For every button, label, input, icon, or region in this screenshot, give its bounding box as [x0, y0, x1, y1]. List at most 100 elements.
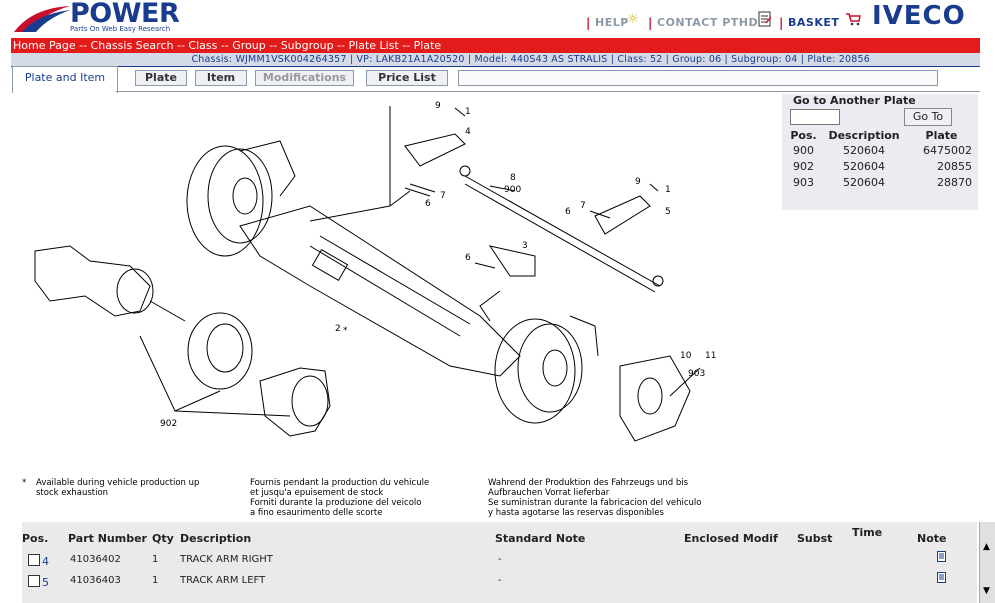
part-standard-note: -: [498, 554, 502, 565]
callout-label: 10: [680, 351, 692, 361]
note-line: Forniti durante la produzione del veicol…: [250, 498, 422, 508]
link-separator: |: [648, 16, 653, 30]
tab-divider: [116, 91, 980, 92]
price-list-button[interactable]: Price List: [366, 70, 448, 86]
plate-description[interactable]: 520604: [821, 174, 907, 190]
plate-pos[interactable]: 900: [786, 142, 821, 158]
lightbulb-icon: ☼: [627, 12, 639, 27]
plate-button[interactable]: Plate: [135, 70, 187, 86]
plate-pos[interactable]: 902: [786, 158, 821, 174]
drawing-note-de-es: Wahrend der Produktion des Fahrzeugs und…: [488, 478, 701, 518]
callout-label: 902: [160, 419, 177, 429]
callout-label: *: [343, 326, 348, 336]
part-number[interactable]: 41036403: [70, 575, 121, 586]
drawing-note-asterisk: *: [22, 478, 27, 488]
callout-label: 6: [425, 199, 431, 209]
note-document-icon[interactable]: [937, 551, 946, 562]
select-row-checkbox[interactable]: [28, 575, 40, 587]
go-to-button[interactable]: Go To: [904, 108, 952, 126]
callout-label: 2: [335, 324, 341, 334]
callout-label: 5: [665, 207, 671, 217]
plate-description[interactable]: 520604: [821, 158, 907, 174]
exploded-parts-drawing: 9 1 4 8 900 7 6 9 1 7 6 5 3 6 2 * 10 11 …: [34, 101, 716, 442]
column-header-description[interactable]: Description: [180, 532, 251, 545]
callout-label: 1: [665, 185, 671, 195]
part-description: TRACK ARM RIGHT: [180, 554, 273, 565]
note-line: stock exhaustion: [36, 488, 109, 498]
callout-label: 6: [465, 253, 471, 263]
part-qty: 1: [152, 575, 159, 586]
chassis-info-bar: Chassis: WJMM1VSK004264357 | VP: LAKB21A…: [11, 53, 980, 67]
column-header-pos: Pos.: [790, 128, 817, 142]
callout-label: 900: [504, 185, 521, 195]
link-separator: |: [586, 16, 591, 30]
part-number[interactable]: 41036402: [70, 554, 121, 565]
message-box: [458, 70, 938, 86]
callout-label: 7: [580, 201, 586, 211]
note-line: Se suministran durante la fabricacion de…: [488, 498, 702, 508]
brand-tagline: Parts On Web Easy Research: [70, 25, 171, 33]
column-header-time[interactable]: Time: [852, 526, 882, 539]
callout-label: 4: [465, 127, 471, 137]
modifications-button[interactable]: Modifications: [255, 70, 354, 86]
callout-label: 3: [522, 241, 528, 251]
tab-plate-and-item[interactable]: Plate and Item: [12, 66, 118, 93]
breadcrumb[interactable]: Home Page -- Chassis Search -- Class -- …: [11, 38, 980, 53]
part-pos[interactable]: 4: [42, 555, 49, 568]
callout-label: 903: [688, 369, 705, 379]
scroll-down-arrow-icon[interactable]: ▼: [983, 586, 990, 596]
plate-number[interactable]: 28870: [907, 174, 976, 190]
plate-description[interactable]: 520604: [821, 142, 907, 158]
breadcrumb-text[interactable]: Home Page -- Chassis Search -- Class -- …: [11, 39, 441, 52]
column-header-note[interactable]: Note: [917, 532, 946, 545]
part-description: TRACK ARM LEFT: [180, 575, 266, 586]
table-row[interactable]: 900 520604 6475002: [786, 142, 976, 158]
column-header-plate: Plate: [925, 128, 958, 142]
callout-label: 11: [705, 351, 716, 361]
goto-plate-title: Go to Another Plate: [793, 94, 916, 107]
note-line: a fino esaurimento delle scorte: [250, 508, 383, 518]
plate-pos[interactable]: 903: [786, 174, 821, 190]
note-line: Wahrend der Produktion des Fahrzeugs und…: [488, 478, 689, 488]
part-pos[interactable]: 5: [42, 576, 49, 589]
callout-label: 8: [510, 173, 516, 183]
cart-icon[interactable]: [845, 12, 861, 26]
column-header-enclosed-modif[interactable]: Enclosed Modif: [684, 532, 778, 545]
callout-label: 7: [440, 191, 446, 201]
drawing-note-fr-it: Fournis pendant la production du vehicul…: [250, 478, 429, 518]
table-row[interactable]: 903 520604 28870: [786, 174, 976, 190]
note-line: Fournis pendant la production du vehicul…: [250, 478, 430, 488]
goto-plate-panel: Go to Another Plate Go To Pos. Descripti…: [782, 94, 978, 210]
note-line: et jusqu'a epuisement de stock: [250, 488, 384, 498]
column-header-standard-note[interactable]: Standard Note: [495, 532, 585, 545]
help-link[interactable]: HELP: [595, 16, 629, 29]
plate-number[interactable]: 6475002: [907, 142, 976, 158]
part-qty: 1: [152, 554, 159, 565]
column-header-qty[interactable]: Qty: [152, 532, 174, 545]
column-header-description: Description: [828, 128, 900, 142]
contact-pthd-link[interactable]: CONTACT PTHD: [657, 16, 758, 29]
iveco-logo: IVECO: [872, 1, 966, 31]
callout-label: 1: [465, 107, 471, 117]
power-logo-swoosh: [14, 6, 70, 32]
table-row[interactable]: 902 520604 20855: [786, 158, 976, 174]
basket-link[interactable]: BASKET: [788, 16, 839, 29]
plate-number[interactable]: 20855: [907, 158, 976, 174]
callout-label: 9: [635, 177, 641, 187]
part-standard-note: -: [498, 575, 502, 586]
callout-label: 9: [435, 101, 441, 111]
scroll-up-arrow-icon[interactable]: ▲: [983, 542, 990, 552]
plate-number-input[interactable]: [790, 109, 840, 125]
table-scrollbar[interactable]: ▲ ▼: [979, 522, 995, 603]
column-header-subst[interactable]: Subst: [797, 532, 832, 545]
link-separator: |: [779, 16, 784, 30]
note-line: Available during vehicle production up: [36, 478, 200, 488]
select-row-checkbox[interactable]: [28, 554, 40, 566]
column-header-pos[interactable]: Pos.: [22, 532, 48, 545]
column-header-part-number[interactable]: Part Number: [68, 532, 147, 545]
contact-form-icon: [758, 11, 772, 27]
item-button[interactable]: Item: [195, 70, 247, 86]
note-document-icon[interactable]: [937, 572, 946, 583]
related-plates-table: Pos. Description Plate 900 520604 647500…: [786, 128, 976, 190]
drawing-note-en: Available during vehicle production up s…: [36, 478, 199, 498]
